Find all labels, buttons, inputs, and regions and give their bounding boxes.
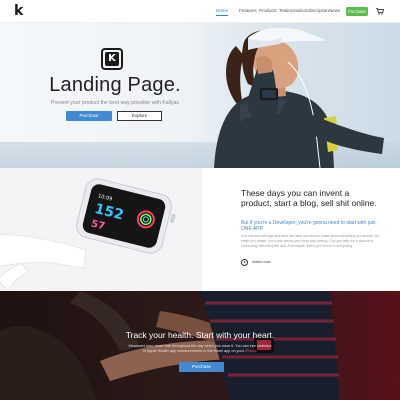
site-header: k Home Features Products Testimonials Su… [0, 0, 400, 23]
hero-section: K Landing Page. Present your product the… [0, 22, 400, 168]
features-body-text: Kick him into sterogar and feed him what… [241, 234, 380, 249]
features-highlight: But if you're a Developer, you're gonna … [241, 220, 376, 233]
nav-news[interactable]: News [329, 7, 340, 14]
header-purchase-button[interactable]: Purchase [346, 7, 368, 16]
health-banner: Track your health. Start with your heart… [0, 291, 400, 400]
banner-text: Measures your heart rate throughout the … [128, 344, 272, 353]
site-logo[interactable]: k [14, 3, 23, 19]
features-heading: These days you can invent a product, sta… [241, 188, 377, 208]
hero-subtitle: Present your product the best way possib… [50, 100, 180, 106]
banner-title: Track your health. Start with your heart… [125, 330, 275, 340]
nav-subscription[interactable]: Subscription [304, 7, 329, 14]
brand-k-logo: K [101, 48, 123, 70]
nav-home[interactable]: Home [216, 7, 229, 16]
watch-now-label: Watch now [252, 260, 271, 264]
hero-purchase-button[interactable]: Purchase [66, 111, 112, 121]
features-section: 10:09 152 57 These days you can invent a… [0, 168, 400, 291]
nav-features[interactable]: Features [239, 7, 257, 14]
smartwatch-illustration: 10:09 152 57 [0, 178, 176, 291]
play-icon [241, 258, 248, 266]
brand-k-letter: K [105, 52, 119, 66]
cart-icon[interactable] [376, 8, 384, 15]
watch-image-panel: 10:09 152 57 [0, 168, 202, 291]
hero-explore-button[interactable]: Explore [117, 111, 162, 121]
nav-testimonials[interactable]: Testimonials [279, 7, 304, 14]
nav-products[interactable]: Products [259, 7, 277, 14]
banner-purchase-button[interactable]: Purchase [179, 362, 224, 372]
hero-runner-photo [214, 27, 384, 168]
hero-title: Landing Page. [49, 74, 181, 96]
watch-now-link[interactable]: Watch now [241, 258, 271, 266]
banner-text-highlight: iPhone [245, 349, 257, 353]
